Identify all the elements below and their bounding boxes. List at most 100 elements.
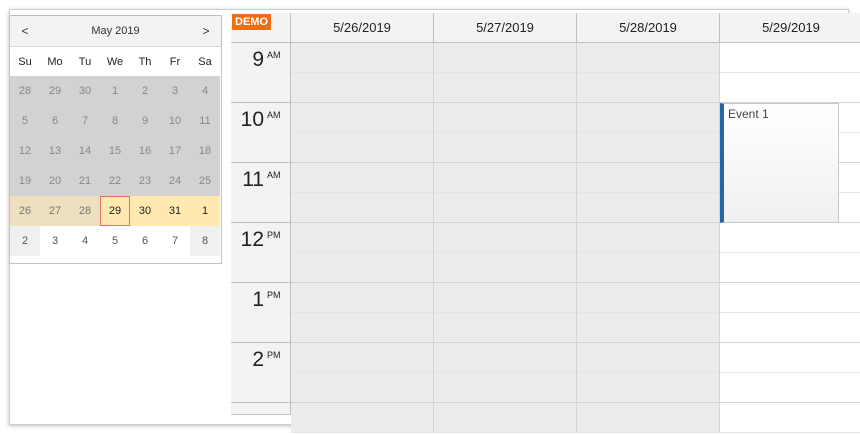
column-header[interactable]: 5/27/2019 (434, 13, 577, 43)
navigator-day[interactable]: 10 (160, 106, 190, 136)
time-slot-cell[interactable] (434, 163, 577, 193)
navigator-day[interactable]: 2 (10, 226, 40, 256)
navigator-day[interactable]: 1 (190, 196, 220, 226)
navigator-day[interactable]: 1 (100, 76, 130, 106)
time-slot-cell[interactable] (577, 103, 720, 133)
prev-month-button[interactable]: < (10, 24, 40, 38)
navigator-day[interactable]: 3 (160, 76, 190, 106)
time-slot-cell[interactable] (434, 73, 577, 103)
time-slot-cell[interactable] (291, 193, 434, 223)
next-month-button[interactable]: > (191, 24, 221, 38)
time-slot-cell[interactable] (291, 343, 434, 373)
navigator-day[interactable]: 11 (190, 106, 220, 136)
time-slot-cell[interactable] (720, 253, 860, 283)
time-slot-cell[interactable] (291, 253, 434, 283)
time-slot-cell[interactable] (291, 73, 434, 103)
time-slot-cell[interactable] (291, 373, 434, 403)
time-slot-cell[interactable] (577, 163, 720, 193)
navigator-day[interactable]: 16 (130, 136, 160, 166)
time-slot-cell[interactable] (434, 43, 577, 73)
navigator-day[interactable]: 17 (160, 136, 190, 166)
navigator-day[interactable]: 12 (10, 136, 40, 166)
navigator-day[interactable]: 4 (190, 76, 220, 106)
navigator-day[interactable]: 28 (70, 196, 100, 226)
navigator-day[interactable]: 20 (40, 166, 70, 196)
navigator-day[interactable]: 4 (70, 226, 100, 256)
navigator-day[interactable]: 8 (100, 106, 130, 136)
time-slot-cell[interactable] (434, 313, 577, 343)
time-slot-cell[interactable] (434, 223, 577, 253)
navigator-day[interactable]: 6 (40, 106, 70, 136)
time-slot-cell[interactable] (291, 223, 434, 253)
column-header[interactable]: 5/29/2019 (720, 13, 860, 43)
time-slot-cell[interactable] (434, 193, 577, 223)
navigator-day[interactable]: 27 (40, 196, 70, 226)
time-slot-cell[interactable] (291, 133, 434, 163)
time-slot-cell[interactable] (577, 283, 720, 313)
time-slot-cell[interactable] (720, 73, 860, 103)
navigator-day[interactable]: 31 (160, 196, 190, 226)
time-slot-cell[interactable] (434, 133, 577, 163)
time-slot-cell[interactable] (291, 283, 434, 313)
navigator-day[interactable]: 7 (70, 106, 100, 136)
column-header[interactable]: 5/28/2019 (577, 13, 720, 43)
time-slot-cell[interactable] (720, 343, 860, 373)
time-slot-cell[interactable] (577, 73, 720, 103)
time-slot-cell[interactable] (291, 103, 434, 133)
column-header[interactable]: 5/26/2019 (291, 13, 434, 43)
time-slot-cell[interactable] (291, 163, 434, 193)
time-slot-cell[interactable] (720, 43, 860, 73)
time-slot-cell[interactable] (577, 133, 720, 163)
time-slot-cell[interactable] (291, 403, 434, 433)
time-slot-cell[interactable] (720, 223, 860, 253)
navigator-day[interactable]: 29 (40, 76, 70, 106)
navigator-day[interactable]: 22 (100, 166, 130, 196)
hour-ampm: PM (267, 230, 281, 240)
navigator-day[interactable]: 19 (10, 166, 40, 196)
navigator-day[interactable]: 13 (40, 136, 70, 166)
time-slot-cell[interactable] (434, 343, 577, 373)
time-slot-cell[interactable] (434, 403, 577, 433)
navigator-day[interactable]: 30 (70, 76, 100, 106)
navigator-day[interactable]: 26 (10, 196, 40, 226)
navigator-day[interactable]: 2 (130, 76, 160, 106)
time-slot-cell[interactable] (434, 283, 577, 313)
navigator-day[interactable]: 15 (100, 136, 130, 166)
navigator-day[interactable]: 9 (130, 106, 160, 136)
time-slot-cell[interactable] (720, 283, 860, 313)
scheduler-corner: DEMO (231, 13, 291, 43)
navigator-day[interactable]: 3 (40, 226, 70, 256)
navigator-day[interactable]: 25 (190, 166, 220, 196)
time-slot-cell[interactable] (434, 373, 577, 403)
time-slot-cell[interactable] (577, 193, 720, 223)
time-slot-cell[interactable] (577, 373, 720, 403)
time-slot-cell[interactable] (720, 373, 860, 403)
hour-ampm: AM (267, 110, 281, 120)
time-slot-cell[interactable] (577, 223, 720, 253)
navigator-day[interactable]: 24 (160, 166, 190, 196)
navigator-day[interactable]: 28 (10, 76, 40, 106)
navigator-day-today[interactable]: 29 (100, 196, 130, 226)
time-slot-cell[interactable] (720, 313, 860, 343)
navigator-day[interactable]: 30 (130, 196, 160, 226)
time-slot-cell[interactable] (291, 43, 434, 73)
navigator-day[interactable]: 6 (130, 226, 160, 256)
time-slot-cell[interactable] (434, 103, 577, 133)
navigator-day[interactable]: 7 (160, 226, 190, 256)
time-slot-cell[interactable] (577, 253, 720, 283)
time-slot-cell[interactable] (577, 403, 720, 433)
time-slot-cell[interactable] (720, 403, 860, 433)
time-slot-cell[interactable] (577, 343, 720, 373)
navigator-day[interactable]: 5 (100, 226, 130, 256)
navigator-day[interactable]: 21 (70, 166, 100, 196)
navigator-day[interactable]: 18 (190, 136, 220, 166)
navigator-day[interactable]: 23 (130, 166, 160, 196)
navigator-day[interactable]: 14 (70, 136, 100, 166)
time-slot-cell[interactable] (291, 313, 434, 343)
navigator-day[interactable]: 5 (10, 106, 40, 136)
navigator-day[interactable]: 8 (190, 226, 220, 256)
calendar-event[interactable]: Event 1 (720, 103, 839, 223)
time-slot-cell[interactable] (577, 43, 720, 73)
time-slot-cell[interactable] (577, 313, 720, 343)
time-slot-cell[interactable] (434, 253, 577, 283)
